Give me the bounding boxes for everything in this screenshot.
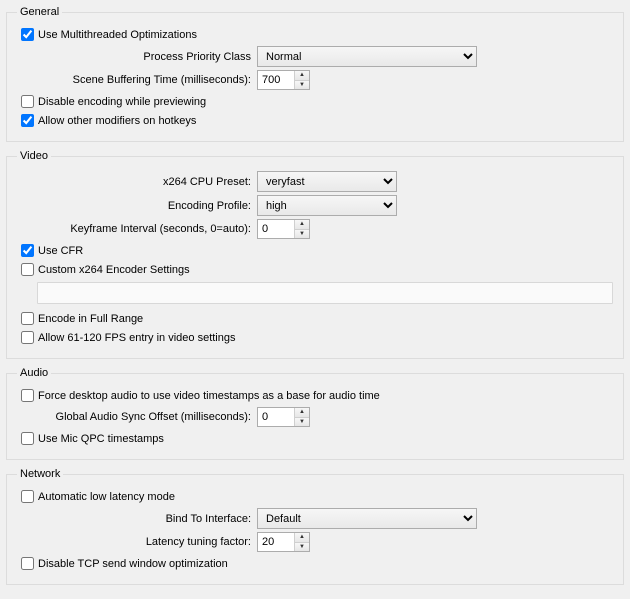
label-mic-qpc[interactable]: Use Mic QPC timestamps bbox=[38, 433, 164, 445]
checkbox-use-cfr[interactable] bbox=[21, 244, 34, 257]
input-latency-factor[interactable] bbox=[258, 533, 294, 551]
select-priority[interactable]: Normal bbox=[257, 46, 477, 67]
label-custom-x264[interactable]: Custom x264 Encoder Settings bbox=[38, 264, 190, 276]
input-sync-offset[interactable] bbox=[258, 408, 294, 426]
checkbox-auto-low-latency[interactable] bbox=[21, 490, 34, 503]
input-custom-x264 bbox=[37, 282, 613, 304]
label-disable-preview-encoding[interactable]: Disable encoding while previewing bbox=[38, 96, 206, 108]
checkbox-multithreaded[interactable] bbox=[21, 28, 34, 41]
label-full-range[interactable]: Encode in Full Range bbox=[38, 313, 143, 325]
group-video: Video x264 CPU Preset: veryfast Encoding… bbox=[6, 150, 624, 359]
spin-sync-offset[interactable]: ▲ ▼ bbox=[257, 407, 310, 427]
checkbox-custom-x264[interactable] bbox=[21, 263, 34, 276]
spin-up-icon[interactable]: ▲ bbox=[295, 533, 309, 543]
label-disable-tcp-opt[interactable]: Disable TCP send window optimization bbox=[38, 558, 228, 570]
legend-video: Video bbox=[17, 150, 51, 162]
spin-down-icon[interactable]: ▼ bbox=[295, 81, 309, 90]
label-latency-factor: Latency tuning factor: bbox=[17, 536, 257, 548]
spin-up-icon[interactable]: ▲ bbox=[295, 408, 309, 418]
spin-latency-factor[interactable]: ▲ ▼ bbox=[257, 532, 310, 552]
label-keyframe: Keyframe Interval (seconds, 0=auto): bbox=[17, 223, 257, 235]
label-bind-interface: Bind To Interface: bbox=[17, 513, 257, 525]
group-general: General Use Multithreaded Optimizations … bbox=[6, 6, 624, 142]
label-allow-120fps[interactable]: Allow 61-120 FPS entry in video settings bbox=[38, 332, 236, 344]
label-sync-offset: Global Audio Sync Offset (milliseconds): bbox=[17, 411, 257, 423]
label-force-timestamps[interactable]: Force desktop audio to use video timesta… bbox=[38, 390, 380, 402]
legend-network: Network bbox=[17, 468, 63, 480]
checkbox-allow-120fps[interactable] bbox=[21, 331, 34, 344]
spin-buffering[interactable]: ▲ ▼ bbox=[257, 70, 310, 90]
spin-up-icon[interactable]: ▲ bbox=[295, 71, 309, 81]
select-profile[interactable]: high bbox=[257, 195, 397, 216]
label-use-cfr[interactable]: Use CFR bbox=[38, 245, 83, 257]
label-profile: Encoding Profile: bbox=[17, 200, 257, 212]
label-preset: x264 CPU Preset: bbox=[17, 176, 257, 188]
spin-down-icon[interactable]: ▼ bbox=[295, 230, 309, 239]
input-buffering[interactable] bbox=[258, 71, 294, 89]
select-preset[interactable]: veryfast bbox=[257, 171, 397, 192]
label-priority: Process Priority Class bbox=[17, 51, 257, 63]
label-auto-low-latency[interactable]: Automatic low latency mode bbox=[38, 491, 175, 503]
spin-up-icon[interactable]: ▲ bbox=[295, 220, 309, 230]
checkbox-mic-qpc[interactable] bbox=[21, 432, 34, 445]
spin-down-icon[interactable]: ▼ bbox=[295, 418, 309, 427]
group-network: Network Automatic low latency mode Bind … bbox=[6, 468, 624, 585]
checkbox-full-range[interactable] bbox=[21, 312, 34, 325]
checkbox-allow-modifiers[interactable] bbox=[21, 114, 34, 127]
label-allow-modifiers[interactable]: Allow other modifiers on hotkeys bbox=[38, 115, 196, 127]
legend-general: General bbox=[17, 6, 62, 18]
spin-keyframe[interactable]: ▲ ▼ bbox=[257, 219, 310, 239]
checkbox-disable-tcp-opt[interactable] bbox=[21, 557, 34, 570]
checkbox-disable-preview-encoding[interactable] bbox=[21, 95, 34, 108]
checkbox-force-timestamps[interactable] bbox=[21, 389, 34, 402]
input-keyframe[interactable] bbox=[258, 220, 294, 238]
group-audio: Audio Force desktop audio to use video t… bbox=[6, 367, 624, 460]
legend-audio: Audio bbox=[17, 367, 51, 379]
label-multithreaded[interactable]: Use Multithreaded Optimizations bbox=[38, 29, 197, 41]
select-bind-interface[interactable]: Default bbox=[257, 508, 477, 529]
label-buffering: Scene Buffering Time (milliseconds): bbox=[17, 74, 257, 86]
